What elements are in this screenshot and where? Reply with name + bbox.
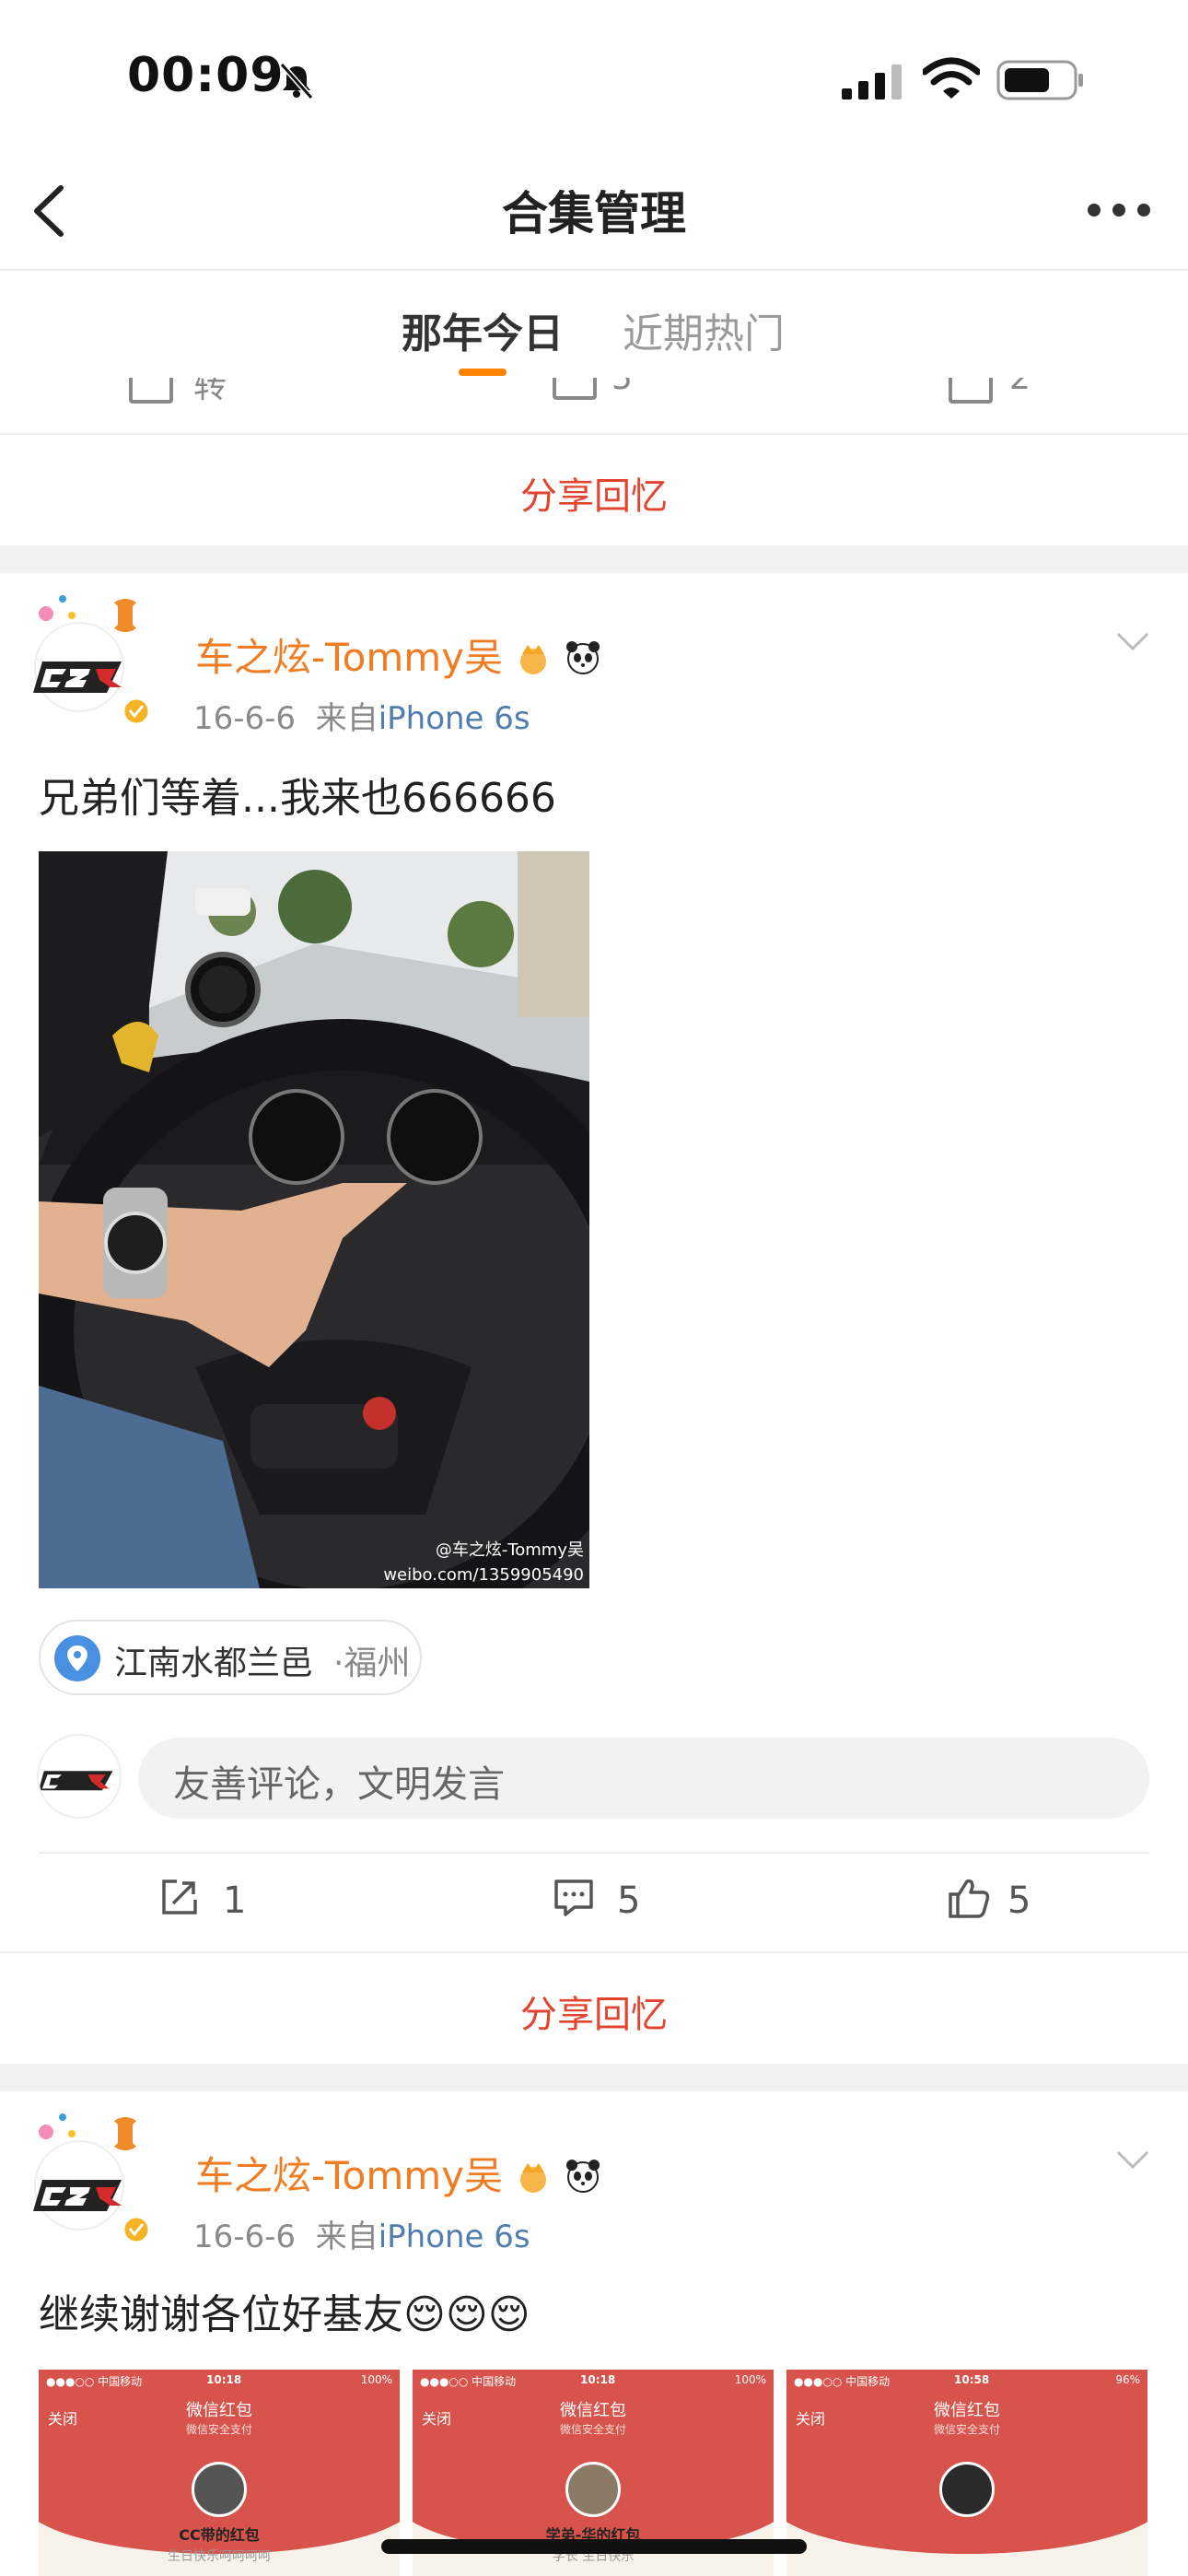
panda-badge-icon — [565, 2158, 601, 2195]
location-pin-icon — [54, 1635, 100, 1681]
avatar — [33, 595, 151, 726]
page-title: 合集管理 — [502, 187, 686, 240]
divider — [0, 433, 1188, 435]
divider — [39, 1852, 1149, 1854]
post-2-text: 继续谢谢各位好基友😌😌😌 — [39, 2291, 530, 2338]
status-time: 00:09 — [127, 48, 285, 103]
post-2-avatar[interactable] — [33, 2108, 153, 2246]
repost-count: 1 — [223, 1879, 247, 1922]
more-options-icon[interactable] — [1087, 203, 1151, 217]
section-gap — [0, 2064, 1188, 2091]
post-2-thumb-3[interactable]: ●●●○○ 中国移动 10:58 96% 关闭 微信红包 微信安全支付 — [786, 2370, 1147, 2576]
post-2-username[interactable]: 车之炫-Tommy吴 — [195, 2145, 601, 2201]
location-chip[interactable]: 江南水都兰邑 ·福州 — [39, 1620, 422, 1695]
my-avatar — [37, 1734, 122, 1819]
silent-bell-icon — [279, 63, 314, 100]
battery-icon — [996, 60, 1083, 100]
home-indicator[interactable] — [381, 2539, 807, 2554]
repost-icon — [162, 1879, 197, 1914]
thumb-title: 微信红包 — [186, 2401, 252, 2420]
share-memory-button[interactable]: 分享回忆 — [0, 1985, 1188, 2038]
partial-action-row: 转发 5 2 — [0, 378, 1188, 405]
post-1-avatar[interactable] — [33, 590, 153, 728]
comment-count: 5 — [617, 1879, 641, 1922]
location-city: ·福州 — [333, 1645, 411, 1682]
section-gap — [0, 545, 1188, 573]
crown-badge-icon — [515, 2158, 552, 2195]
thumb-subtitle: 微信安全支付 — [185, 2423, 252, 2436]
share-memory-button[interactable]: 分享回忆 — [0, 466, 1188, 520]
chevron-down-icon[interactable] — [1114, 2149, 1151, 2171]
post-2-meta: 16-6-6 来自iPhone 6s — [193, 2219, 530, 2255]
comment-icon — [554, 1879, 593, 1916]
post-1-meta: 16-6-6 来自iPhone 6s — [193, 700, 530, 737]
image-watermark-url: weibo.com/1359905490 — [383, 1565, 584, 1585]
thumb-title: 微信红包 — [934, 2401, 1000, 2420]
image-watermark-handle: @车之炫-Tommy吴 — [435, 1540, 584, 1560]
post-1-text: 兄弟们等着...我来也666666 — [39, 775, 556, 822]
comment-placeholder: 友善评论，文明发言 — [173, 1763, 505, 1806]
location-name: 江南水都兰邑 — [114, 1645, 314, 1682]
like-count: 5 — [1007, 1879, 1031, 1922]
thumb-subtitle: 微信安全支付 — [559, 2423, 626, 2436]
thumb-subtitle: 微信安全支付 — [933, 2423, 1000, 2436]
crown-badge-icon — [515, 639, 552, 676]
cellular-signal-icon — [842, 64, 902, 100]
wifi-icon — [923, 57, 980, 99]
thumb-avatar — [939, 2462, 995, 2517]
post-2-thumb-1[interactable]: ●●●○○ 中国移动 10:18 100% 关闭 微信红包 微信安全支付 CC带… — [39, 2370, 400, 2576]
thumb-title: 微信红包 — [560, 2401, 626, 2420]
divider — [0, 1951, 1188, 1953]
post-1-username[interactable]: 车之炫-Tommy吴 — [195, 626, 601, 683]
comment-input[interactable]: 友善评论，文明发言 — [138, 1738, 1149, 1819]
chevron-down-icon[interactable] — [1114, 630, 1151, 652]
panda-badge-icon — [565, 639, 601, 676]
tab-that-year-today[interactable]: 那年今日 — [400, 300, 565, 359]
tab-recent-hot[interactable]: 近期热门 — [621, 300, 786, 359]
header-divider — [0, 269, 1188, 271]
tab-active-indicator — [459, 369, 507, 376]
thumbs-up-icon — [949, 1879, 990, 1918]
thumb-blessing: 生日快乐呵呵呵呵 — [168, 2549, 271, 2564]
post-1-image[interactable]: @车之炫-Tommy吴 weibo.com/1359905490 — [39, 851, 589, 1588]
thumb-avatar — [565, 2462, 621, 2517]
car-interior-photo — [39, 851, 589, 1588]
avatar — [33, 2113, 151, 2244]
thumb-avatar — [192, 2462, 247, 2517]
thumb-name: CC带的红包 — [179, 2526, 260, 2544]
